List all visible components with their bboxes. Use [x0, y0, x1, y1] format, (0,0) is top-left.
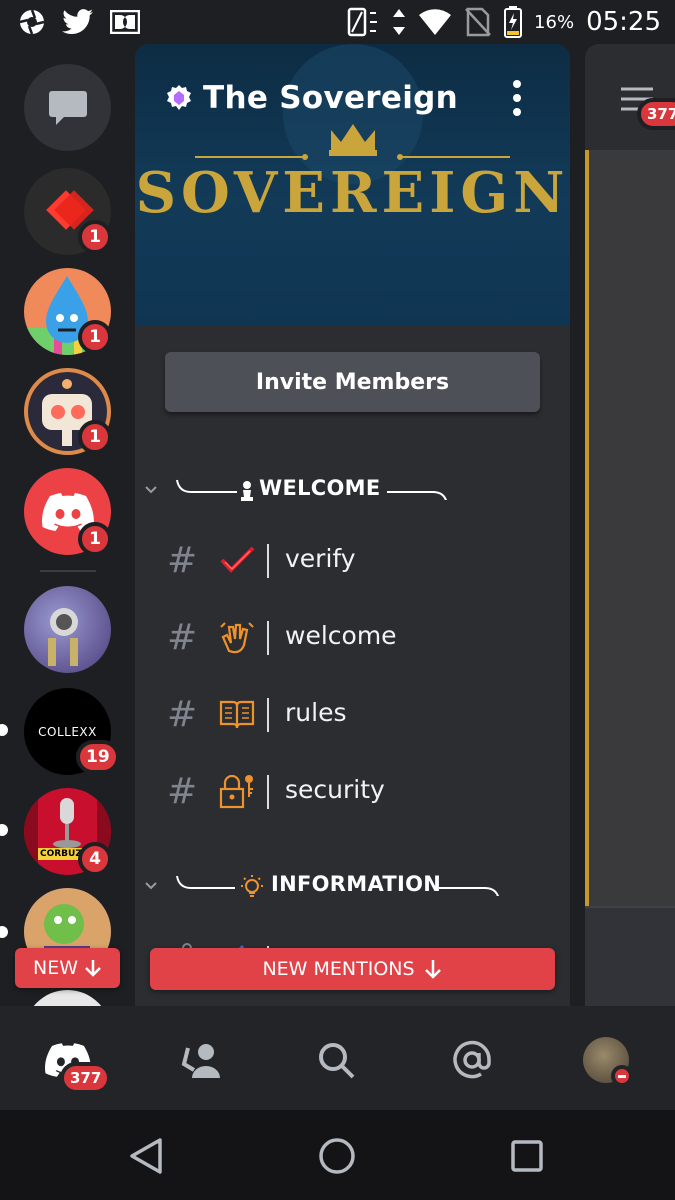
server-banner: The Sovereign SOVEREIGN — [135, 44, 570, 326]
discord-app: 16% 05:25 1 1 1 1 COLLEXX 19 CORBUZIER 4… — [0, 0, 675, 1200]
server-badge: 1 — [78, 522, 112, 556]
channel-security[interactable]: # security — [135, 761, 570, 823]
tab-search[interactable] — [306, 1032, 366, 1088]
server-badge: 4 — [78, 842, 112, 876]
category-line-left — [176, 875, 235, 889]
new-mentions-button[interactable]: NEW MENTIONS — [150, 948, 555, 990]
tab-home[interactable]: 377 — [38, 1032, 112, 1094]
channel-name: rules — [285, 698, 347, 727]
server-name[interactable]: The Sovereign — [203, 80, 458, 116]
chess-piece-icon — [241, 481, 253, 501]
channel-name: verify — [285, 544, 356, 573]
direct-messages-button[interactable] — [24, 64, 111, 151]
twitter-icon — [62, 9, 93, 35]
unread-count-badge: 377 — [637, 98, 675, 130]
unread-indicator — [0, 724, 8, 736]
chat-bubble-icon — [48, 90, 87, 125]
server-rail: 1 1 1 1 COLLEXX 19 CORBUZIER 4 NEW — [0, 46, 135, 1006]
server-badge: 1 — [78, 420, 112, 454]
no-sim-icon — [465, 7, 491, 37]
waving-hands-icon — [220, 622, 254, 654]
tab-mentions[interactable] — [442, 1032, 502, 1088]
banner-logo-text: SOVEREIGN — [135, 160, 570, 226]
highlight-line — [585, 150, 589, 906]
chat-peek[interactable]: 377 — [585, 44, 675, 1006]
book-icon — [219, 700, 255, 729]
server-menu-button[interactable] — [507, 80, 527, 116]
server-boost-icon — [167, 85, 191, 110]
wifi-icon — [419, 9, 452, 35]
tab-friends[interactable] — [172, 1032, 232, 1088]
at-mention-icon — [453, 1040, 491, 1079]
server-collexx-label: COLLEXX — [38, 724, 97, 739]
server-badge: 19 — [76, 740, 120, 774]
category-line-right — [387, 491, 447, 500]
server-badge: 1 — [78, 320, 112, 354]
category-label: WELCOME — [259, 476, 381, 500]
search-icon — [319, 1043, 355, 1079]
data-arrows-icon — [393, 9, 406, 35]
home-circle-icon[interactable] — [318, 1137, 356, 1175]
back-icon[interactable] — [128, 1136, 164, 1176]
new-label: NEW — [32, 957, 78, 979]
hash-icon: # — [167, 617, 198, 658]
channel-panel: The Sovereign SOVEREIGN Invite Members W… — [135, 44, 570, 1006]
phone-vibrate-icon — [347, 7, 378, 37]
channel-verify[interactable]: # verify — [135, 530, 570, 592]
battery-charging-icon — [504, 6, 523, 38]
chat-body — [585, 150, 675, 906]
arrow-down-icon — [85, 960, 101, 977]
server-partial[interactable] — [24, 990, 111, 1006]
friends-icon — [181, 1044, 220, 1078]
unread-indicator — [0, 926, 8, 938]
recents-square-icon[interactable] — [510, 1139, 544, 1173]
channel-divider — [267, 621, 269, 655]
rail-separator — [40, 570, 96, 572]
hash-icon: # — [167, 694, 198, 735]
channel-divider — [267, 698, 269, 732]
server-photo-icon — [48, 608, 78, 666]
avatar — [583, 1037, 633, 1087]
channel-rules[interactable]: # rules — [135, 684, 570, 746]
dnd-status-icon — [611, 1065, 633, 1087]
chevron-down-icon — [145, 882, 157, 890]
dolby-icon — [110, 10, 140, 34]
clock: 05:25 — [586, 7, 661, 37]
channel-divider — [267, 775, 269, 809]
lock-key-icon — [219, 774, 253, 809]
invite-members-button[interactable]: Invite Members — [165, 352, 540, 412]
check-mark-icon — [220, 546, 255, 573]
unread-indicator — [0, 824, 8, 836]
hash-icon: # — [167, 540, 198, 581]
category-line-right — [439, 887, 499, 896]
channel-welcome[interactable]: # welcome — [135, 607, 570, 669]
category-information[interactable]: INFORMATION — [135, 866, 570, 906]
server-purple[interactable] — [24, 586, 111, 673]
arrow-down-icon — [424, 960, 441, 979]
bottom-tab-bar: 377 — [0, 1006, 675, 1110]
channel-name: security — [285, 775, 385, 804]
hash-icon: # — [167, 771, 198, 812]
battery-percent: 16% — [534, 11, 575, 33]
new-unreads-button[interactable]: NEW — [15, 948, 120, 988]
chevron-down-icon — [145, 486, 157, 494]
android-nav-bar — [0, 1110, 675, 1200]
status-bar: 16% 05:25 — [0, 0, 675, 46]
chat-header: 377 — [585, 44, 675, 150]
home-unread-badge: 377 — [60, 1062, 112, 1094]
new-mentions-label: NEW MENTIONS — [262, 958, 415, 980]
tab-profile[interactable] — [576, 1032, 636, 1088]
category-welcome[interactable]: WELCOME — [135, 470, 570, 510]
lightbulb-icon — [241, 875, 263, 897]
chat-footer — [585, 906, 675, 1006]
server-badge: 1 — [78, 220, 112, 254]
channel-divider — [267, 544, 269, 578]
category-label: INFORMATION — [271, 872, 442, 896]
aperture-icon — [19, 9, 45, 35]
category-line-left — [176, 479, 237, 493]
channel-name: welcome — [285, 621, 397, 650]
